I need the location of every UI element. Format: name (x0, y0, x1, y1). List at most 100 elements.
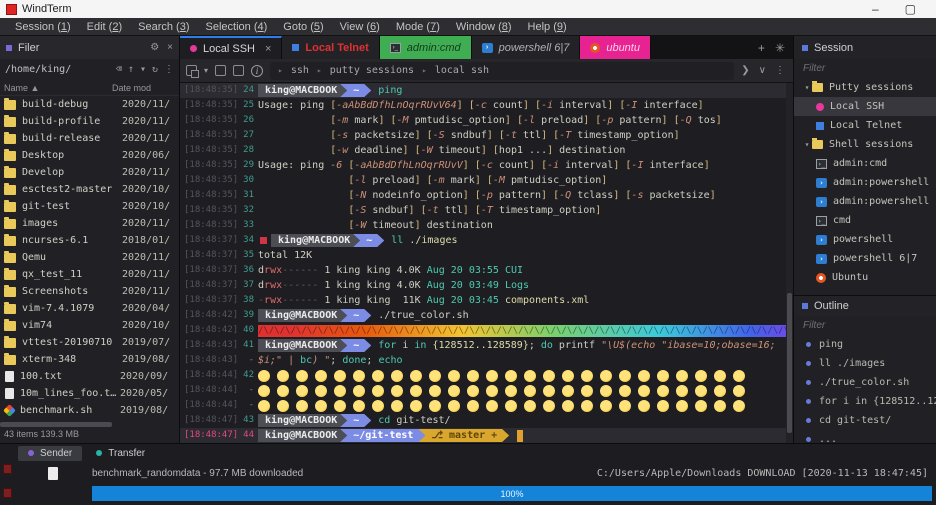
menu-item-selection[interactable]: Selection (4) (199, 20, 275, 34)
session-item-local-telnet[interactable]: Local Telnet (794, 116, 936, 135)
session-item-admin-powershell[interactable]: ›admin:powershell (794, 173, 936, 192)
outline-filter-input[interactable]: Filter (794, 316, 936, 335)
emoji-glyph: 😾 (448, 400, 460, 412)
bottom-tab-transfer[interactable]: Transfer (86, 446, 155, 461)
session-item-powershell[interactable]: ›powershell (794, 230, 936, 249)
filer-back-icon[interactable]: ⌫ (116, 64, 122, 75)
line-number: - (236, 398, 258, 413)
collapse-icon[interactable]: ∨ (759, 65, 766, 76)
session-item-admin-powershell[interactable]: ›admin:powershell (794, 192, 936, 211)
session-item-admin-cmd[interactable]: ›_admin:cmd (794, 154, 936, 173)
breadcrumb[interactable]: ▸ssh▸putty sessions▸local ssh (270, 62, 734, 80)
menu-item-window[interactable]: Window (8) (449, 20, 519, 34)
file-row[interactable]: git-test2020/10/ (0, 198, 179, 215)
file-row[interactable]: vim-7.4.10792020/04/ (0, 300, 179, 317)
new-tab-icon[interactable] (186, 65, 197, 76)
cmd-icon: ›_ (816, 159, 827, 169)
filer-path[interactable]: /home/king/ (5, 64, 71, 75)
emoji-glyph: 😊 (448, 370, 460, 382)
session-item-cmd[interactable]: ›_cmd (794, 211, 936, 230)
file-row[interactable]: esctest2-master2020/10/ (0, 181, 179, 198)
filer-hscrollbar[interactable] (0, 421, 179, 428)
terminal-line: [18:48:42]39king@MACBOOK~./true_color.sh (180, 308, 793, 323)
file-row[interactable]: vttest-201907102019/07/ (0, 334, 179, 351)
terminal-more-icon[interactable]: ⋮ (775, 65, 785, 76)
session-item-powershell-6-7[interactable]: ›powershell 6|7 (794, 249, 936, 268)
file-row[interactable]: build-profile2020/11/ (0, 113, 179, 130)
bottom-panel: SenderTransfer benchmark_randomdata - 97… (0, 443, 936, 505)
menu-item-session[interactable]: Session (1) (8, 20, 78, 34)
tab-local-telnet[interactable]: Local Telnet (282, 36, 379, 59)
expand-caret-icon[interactable]: ▾ (802, 83, 812, 92)
file-row[interactable]: qx_test_112020/11/ (0, 266, 179, 283)
tab-menu-icon[interactable]: ✳ (775, 41, 785, 55)
emoji-glyph: 😗 (695, 370, 707, 382)
emoji-glyph: 🙆 (600, 400, 612, 412)
file-row[interactable]: 10m_lines_foo.t…2020/05/ (0, 385, 179, 402)
new-tab-dropdown-icon[interactable]: ▾ (204, 66, 208, 75)
info-icon[interactable]: i (251, 65, 263, 77)
file-row[interactable]: xterm-3482019/08/ (0, 351, 179, 368)
session-item-shell-sessions[interactable]: ▾Shell sessions (794, 135, 936, 154)
file-row[interactable]: Desktop2020/06/ (0, 147, 179, 164)
terminal-output[interactable]: [18:48:35]24king@MACBOOK~ping[18:48:35]2… (180, 83, 793, 443)
outline-item[interactable]: ll ./images (794, 354, 936, 373)
filer-settings-icon[interactable]: ⚙ (150, 42, 159, 53)
outline-item[interactable]: for i in {128512..12 (794, 392, 936, 411)
session-item-putty-sessions[interactable]: ▾Putty sessions (794, 78, 936, 97)
filer-close-icon[interactable]: × (167, 42, 173, 53)
filer-dropdown-icon[interactable]: ▾ (140, 64, 146, 75)
menu-item-help[interactable]: Help (9) (521, 20, 574, 34)
file-row[interactable]: 100.txt2020/09/ (0, 368, 179, 385)
run-icon[interactable]: ❯ (741, 65, 749, 76)
line-timestamp: [18:48:35] (180, 83, 236, 98)
bottom-tab-sender[interactable]: Sender (18, 446, 82, 461)
prompt-user: king@MACBOOK (258, 414, 347, 427)
detach-tab-icon[interactable] (233, 65, 244, 76)
maximize-button[interactable]: ▢ (905, 2, 916, 16)
emoji-glyph: 😉 (429, 370, 441, 382)
terminal-vscrollbar[interactable] (786, 83, 793, 443)
session-item-local-ssh[interactable]: Local SSH (794, 97, 936, 116)
outline-item[interactable]: cd git-test/ (794, 411, 936, 430)
emoji-glyph: 😵 (277, 400, 289, 412)
file-row[interactable]: Develop2020/11/ (0, 164, 179, 181)
bullet-icon (806, 361, 811, 366)
column-header-date[interactable]: Date mod (112, 83, 175, 93)
menu-item-goto[interactable]: Goto (5) (276, 20, 330, 34)
menu-item-search[interactable]: Search (3) (131, 20, 196, 34)
file-row[interactable]: images2020/11/ (0, 215, 179, 232)
clone-tab-icon[interactable] (215, 65, 226, 76)
file-row[interactable]: build-debug2020/11/ (0, 96, 179, 113)
outline-item[interactable]: ./true_color.sh (794, 373, 936, 392)
file-row[interactable]: build-release2020/11/ (0, 130, 179, 147)
menu-item-mode[interactable]: Mode (7) (389, 20, 447, 34)
file-row[interactable]: vim742020/10/ (0, 317, 179, 334)
filer-refresh-icon[interactable]: ↻ (152, 64, 158, 75)
tab-close-icon[interactable]: × (265, 43, 271, 55)
column-header-name[interactable]: Name ▲ (4, 83, 112, 93)
minimize-button[interactable]: – (872, 2, 879, 16)
menu-item-view[interactable]: View (6) (333, 20, 387, 34)
filer-more-icon[interactable]: ⋮ (164, 64, 174, 75)
outline-item[interactable]: ... (794, 430, 936, 443)
expand-caret-icon[interactable]: ▾ (802, 140, 812, 149)
tab-admin-cmd[interactable]: ›_admin:cmd (380, 36, 472, 59)
session-item-ubuntu[interactable]: Ubuntu (794, 268, 936, 287)
file-row[interactable]: Qemu2020/11/ (0, 249, 179, 266)
tab-ubuntu[interactable]: ubuntu (580, 36, 651, 59)
tab-local-ssh[interactable]: Local SSH× (180, 36, 282, 59)
outline-item[interactable]: ping (794, 335, 936, 354)
session-filter-input[interactable]: Filter (794, 59, 936, 78)
tab-powershell-6-7[interactable]: ›powershell 6|7 (472, 36, 581, 59)
file-row[interactable]: benchmark.sh2019/08/ (0, 402, 179, 419)
file-row[interactable]: Screenshots2020/11/ (0, 283, 179, 300)
session-tree: ▾Putty sessionsLocal SSHLocal Telnet▾She… (794, 78, 936, 287)
menu-item-edit[interactable]: Edit (2) (80, 20, 129, 34)
filer-up-icon[interactable]: ↑ (128, 64, 134, 75)
emoji-glyph: 🙊 (676, 400, 688, 412)
line-number: 29 (236, 158, 258, 173)
line-number: 30 (236, 173, 258, 188)
add-tab-icon[interactable]: + (758, 41, 765, 55)
file-row[interactable]: ncurses-6.12018/01/ (0, 232, 179, 249)
